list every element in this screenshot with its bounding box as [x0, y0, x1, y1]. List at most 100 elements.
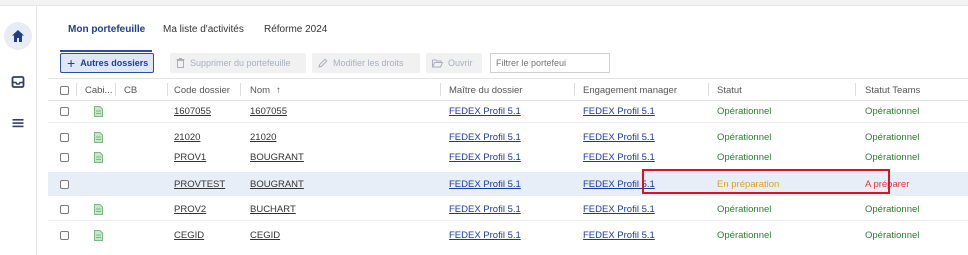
col-header-statut-teams[interactable]: Statut Teams [865, 79, 920, 101]
column-separator [76, 83, 77, 96]
nom[interactable]: BUCHART [250, 198, 296, 220]
document-icon [94, 146, 103, 168]
row-checkbox[interactable] [60, 179, 69, 189]
engagement-manager-link[interactable]: FEDEX Profil 5.1 [583, 126, 655, 148]
sidebar [0, 6, 37, 255]
row-checkbox-cell [60, 224, 69, 246]
statut-teams: Opérationnel [865, 203, 920, 215]
row-checkbox-cell [60, 198, 69, 220]
statut: Opérationnel [717, 229, 772, 241]
statut-teams: Opérationnel [865, 105, 920, 117]
document-icon [94, 198, 103, 220]
autres-dossiers-button[interactable]: + Autres dossiers [60, 53, 154, 73]
column-separator [574, 83, 575, 96]
highlight-annotation-box [642, 169, 890, 194]
maitre-dossier-link[interactable]: FEDEX Profil 5.1 [449, 100, 521, 122]
tab-bar: Mon portefeuille Ma liste d'activités Ré… [48, 14, 948, 52]
supprimer-label: Supprimer du portefeuille [190, 58, 291, 68]
column-separator [115, 83, 116, 96]
col-header-cb[interactable]: CB [124, 79, 137, 101]
column-separator [708, 83, 709, 96]
col-header-cabinet[interactable]: Cabi... [85, 79, 112, 101]
table-row[interactable]: PROV2 BUCHART FEDEX Profil 5.1 FEDEX Pro… [48, 198, 968, 221]
nom[interactable]: BOUGRANT [250, 172, 304, 196]
ouvrir-button[interactable]: Ouvrir [426, 53, 482, 73]
filter-box[interactable] [490, 53, 610, 73]
statut: Opérationnel [717, 131, 772, 143]
row-checkbox-cell [60, 146, 69, 168]
pencil-icon [318, 58, 328, 68]
nom[interactable]: BOUGRANT [250, 146, 304, 168]
modifier-label: Modifier les droits [333, 58, 404, 68]
column-separator [240, 83, 241, 96]
grid-header: Cabi... CB Code dossier Nom ↑ Maître du … [48, 78, 968, 101]
ouvrir-label: Ouvrir [448, 58, 473, 68]
code-dossier[interactable]: PROVTEST [174, 172, 225, 196]
maitre-dossier-link[interactable]: FEDEX Profil 5.1 [449, 172, 521, 196]
tab-reforme-2024[interactable]: Réforme 2024 [264, 24, 327, 35]
nom[interactable]: 1607055 [250, 100, 287, 122]
inbox-icon [11, 76, 25, 88]
statut: Opérationnel [717, 105, 772, 117]
row-checkbox-cell [60, 172, 69, 196]
col-header-nom[interactable]: Nom ↑ [250, 79, 281, 101]
document-icon [94, 224, 103, 246]
maitre-dossier-link[interactable]: FEDEX Profil 5.1 [449, 146, 521, 168]
nom[interactable]: CEGID [250, 224, 280, 246]
col-header-statut[interactable]: Statut [717, 79, 742, 101]
tab-ma-liste-activites[interactable]: Ma liste d'activités [163, 24, 244, 35]
code-dossier[interactable]: PROV1 [174, 146, 206, 168]
code-dossier[interactable]: PROV2 [174, 198, 206, 220]
row-checkbox[interactable] [60, 204, 69, 214]
engagement-manager-link[interactable]: FEDEX Profil 5.1 [583, 224, 655, 246]
code-dossier[interactable]: CEGID [174, 224, 204, 246]
column-separator [855, 83, 856, 96]
document-icon [94, 126, 103, 148]
row-checkbox-cell [60, 100, 69, 122]
col-header-maitre[interactable]: Maître du dossier [449, 79, 522, 101]
table-row[interactable]: CEGID CEGID FEDEX Profil 5.1 FEDEX Profi… [48, 224, 968, 246]
code-dossier[interactable]: 1607055 [174, 100, 211, 122]
trash-icon [176, 58, 185, 68]
plus-icon: + [67, 55, 76, 71]
row-checkbox-cell [60, 126, 69, 148]
col-header-engagement[interactable]: Engagement manager [583, 79, 677, 101]
statut: Opérationnel [717, 203, 772, 215]
sidebar-inbox[interactable] [4, 68, 32, 96]
column-separator [440, 83, 441, 96]
nom[interactable]: 21020 [250, 126, 276, 148]
column-separator [167, 83, 168, 96]
engagement-manager-link[interactable]: FEDEX Profil 5.1 [583, 100, 655, 122]
modifier-droits-button[interactable]: Modifier les droits [312, 53, 420, 73]
maitre-dossier-link[interactable]: FEDEX Profil 5.1 [449, 126, 521, 148]
menu-icon [12, 119, 24, 128]
engagement-manager-link[interactable]: FEDEX Profil 5.1 [583, 198, 655, 220]
statut-teams: Opérationnel [865, 151, 920, 163]
row-checkbox[interactable] [60, 152, 69, 162]
toolbar: + Autres dossiers Supprimer du portefeui… [48, 50, 948, 76]
table-row[interactable]: PROV1 BOUGRANT FEDEX Profil 5.1 FEDEX Pr… [48, 146, 968, 168]
statut: Opérationnel [717, 151, 772, 163]
statut-teams: Opérationnel [865, 131, 920, 143]
main-panel: Mon portefeuille Ma liste d'activités Ré… [48, 6, 968, 255]
home-icon [12, 30, 24, 42]
filter-input[interactable] [496, 58, 606, 68]
col-header-code-dossier[interactable]: Code dossier [174, 79, 230, 101]
sort-ascending-icon: ↑ [276, 84, 281, 96]
tab-mon-portefeuille[interactable]: Mon portefeuille [68, 24, 145, 35]
row-checkbox[interactable] [60, 132, 69, 142]
row-checkbox[interactable] [60, 106, 69, 116]
engagement-manager-link[interactable]: FEDEX Profil 5.1 [583, 146, 655, 168]
table-row[interactable]: 21020 21020 FEDEX Profil 5.1 FEDEX Profi… [48, 126, 968, 148]
maitre-dossier-link[interactable]: FEDEX Profil 5.1 [449, 198, 521, 220]
supprimer-portefeuille-button[interactable]: Supprimer du portefeuille [170, 53, 306, 73]
sidebar-menu[interactable] [4, 109, 32, 137]
sidebar-home[interactable] [4, 22, 32, 50]
select-all-checkbox[interactable] [60, 85, 69, 95]
folder-open-icon [432, 59, 443, 67]
row-checkbox[interactable] [60, 230, 69, 240]
col-header-nom-label: Nom [250, 84, 271, 96]
maitre-dossier-link[interactable]: FEDEX Profil 5.1 [449, 224, 521, 246]
code-dossier[interactable]: 21020 [174, 126, 200, 148]
table-row[interactable]: 1607055 1607055 FEDEX Profil 5.1 FEDEX P… [48, 100, 968, 123]
